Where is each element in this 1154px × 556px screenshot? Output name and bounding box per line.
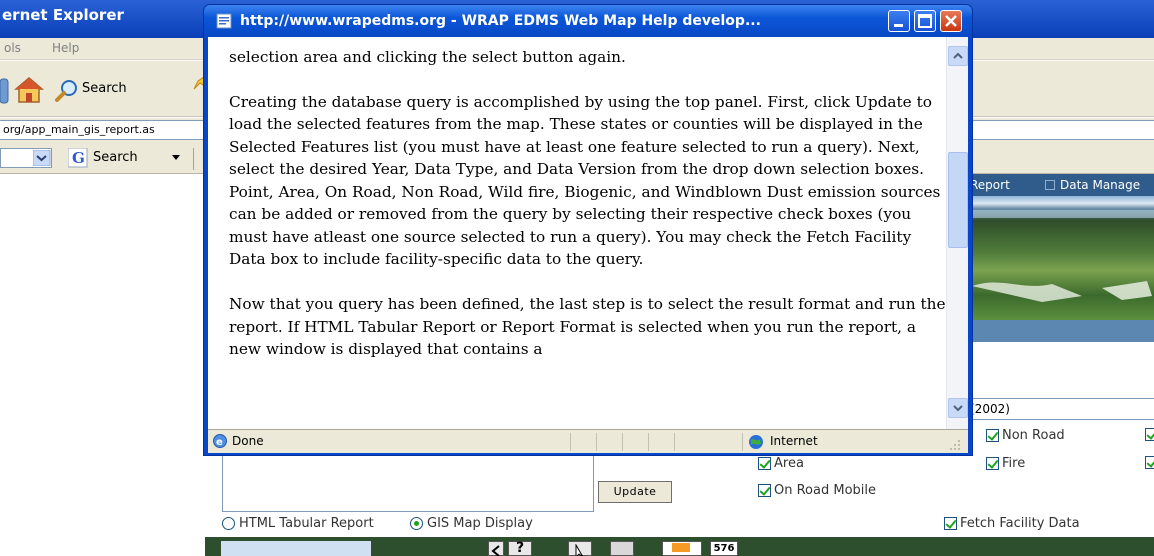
google-g-icon[interactable]: G (68, 148, 88, 168)
pointer-icon (575, 543, 583, 556)
maximize-icon (918, 14, 932, 28)
map-overview (221, 541, 371, 556)
gis-map-radio[interactable]: GIS Map Display (410, 516, 533, 531)
status-divider (674, 433, 675, 451)
fetch-facility-label: Fetch Facility Data (960, 516, 1080, 531)
status-divider (622, 433, 623, 451)
scroll-down-button[interactable] (948, 398, 968, 418)
year-select[interactable]: (2002) (965, 398, 1154, 420)
update-button[interactable]: Update (598, 481, 672, 503)
home-icon[interactable] (14, 75, 44, 105)
help-paragraph-2: Creating the database query is accomplis… (229, 92, 941, 269)
status-zone-text: Internet (770, 434, 818, 448)
status-text: Done (232, 434, 264, 448)
help-text: selection area and clicking the select b… (229, 37, 949, 383)
scroll-up-button[interactable] (948, 46, 968, 66)
svg-text:G: G (72, 149, 85, 167)
fire-label: Fire (1002, 456, 1026, 471)
resize-grip-icon[interactable] (948, 438, 962, 452)
html-tabular-label: HTML Tabular Report (239, 516, 374, 531)
popup-scrollbar[interactable] (946, 37, 968, 429)
minimize-icon (894, 24, 903, 27)
close-button[interactable] (940, 10, 962, 32)
status-divider (648, 433, 649, 451)
menu-tools[interactable]: ols (4, 41, 21, 55)
map-layer-button[interactable] (662, 541, 702, 556)
layer-swatch-icon (672, 543, 690, 552)
popup-titlebar[interactable]: http://www.wrapedms.org - WRAP EDMS Web … (204, 5, 972, 37)
map-scale-label: 576 (710, 541, 738, 556)
search-button-label[interactable]: Search (82, 81, 127, 96)
maximize-button[interactable] (914, 10, 936, 32)
map-help-button[interactable]: ? (508, 541, 532, 556)
status-divider (596, 433, 597, 451)
menu-help[interactable]: Help (52, 41, 79, 55)
help-paragraph-3: Now that you query has been defined, the… (229, 295, 946, 358)
html-tabular-radio[interactable]: HTML Tabular Report (222, 516, 374, 531)
nav-report-link[interactable]: Report (970, 178, 1010, 192)
help-popup-window: http://www.wrapedms.org - WRAP EDMS Web … (203, 4, 973, 456)
fetch-facility-checkbox[interactable]: Fetch Facility Data (944, 516, 1080, 531)
area-checkbox[interactable]: Area (758, 456, 804, 471)
browser-title: ernet Explorer (2, 6, 124, 24)
svg-text:e: e (216, 437, 223, 448)
dropdown-arrow-icon[interactable] (33, 150, 51, 166)
non-road-checkbox[interactable]: Non Road (986, 428, 1065, 443)
on-road-checkbox[interactable]: On Road Mobile (758, 483, 876, 498)
nav-data-manage-link[interactable]: Data Manage (1060, 178, 1140, 192)
ie-page-icon (216, 13, 232, 29)
non-road-label: Non Road (1002, 428, 1065, 443)
popup-title: http://www.wrapedms.org - WRAP EDMS Web … (240, 13, 761, 29)
minimize-button[interactable] (888, 10, 910, 32)
internet-zone-icon (749, 435, 763, 449)
selected-features-list[interactable] (222, 450, 594, 512)
area-label: Area (774, 456, 804, 471)
chevron-up-icon (953, 52, 963, 59)
map-prev-button[interactable] (488, 541, 504, 556)
extra-checkbox-2[interactable] (1145, 456, 1154, 469)
back-button-edge-icon[interactable] (0, 77, 10, 105)
popup-content: selection area and clicking the select b… (208, 37, 968, 429)
extra-checkbox-1[interactable] (1145, 428, 1154, 441)
map-select-button[interactable] (610, 541, 634, 556)
chevron-left-icon (491, 545, 500, 556)
close-icon (945, 15, 957, 27)
status-divider (742, 433, 743, 451)
google-search-label[interactable]: Search (93, 150, 138, 165)
fire-checkbox[interactable]: Fire (986, 456, 1025, 471)
gis-map-label: GIS Map Display (427, 516, 533, 531)
scroll-thumb[interactable] (948, 152, 968, 248)
popup-statusbar: e Done Internet (208, 429, 968, 453)
on-road-label: On Road Mobile (774, 483, 877, 498)
done-page-icon: e (213, 434, 227, 448)
search-dropdown-icon[interactable] (172, 155, 182, 163)
map-pointer-button[interactable] (568, 541, 592, 556)
search-icon[interactable] (54, 78, 80, 104)
chevron-down-icon (953, 405, 963, 412)
toolbar-separator (193, 148, 194, 170)
help-cut-line (229, 37, 949, 46)
status-divider (570, 433, 571, 451)
nav-bullet-icon (1045, 180, 1055, 190)
help-paragraph-1: selection area and clicking the select b… (229, 47, 626, 66)
